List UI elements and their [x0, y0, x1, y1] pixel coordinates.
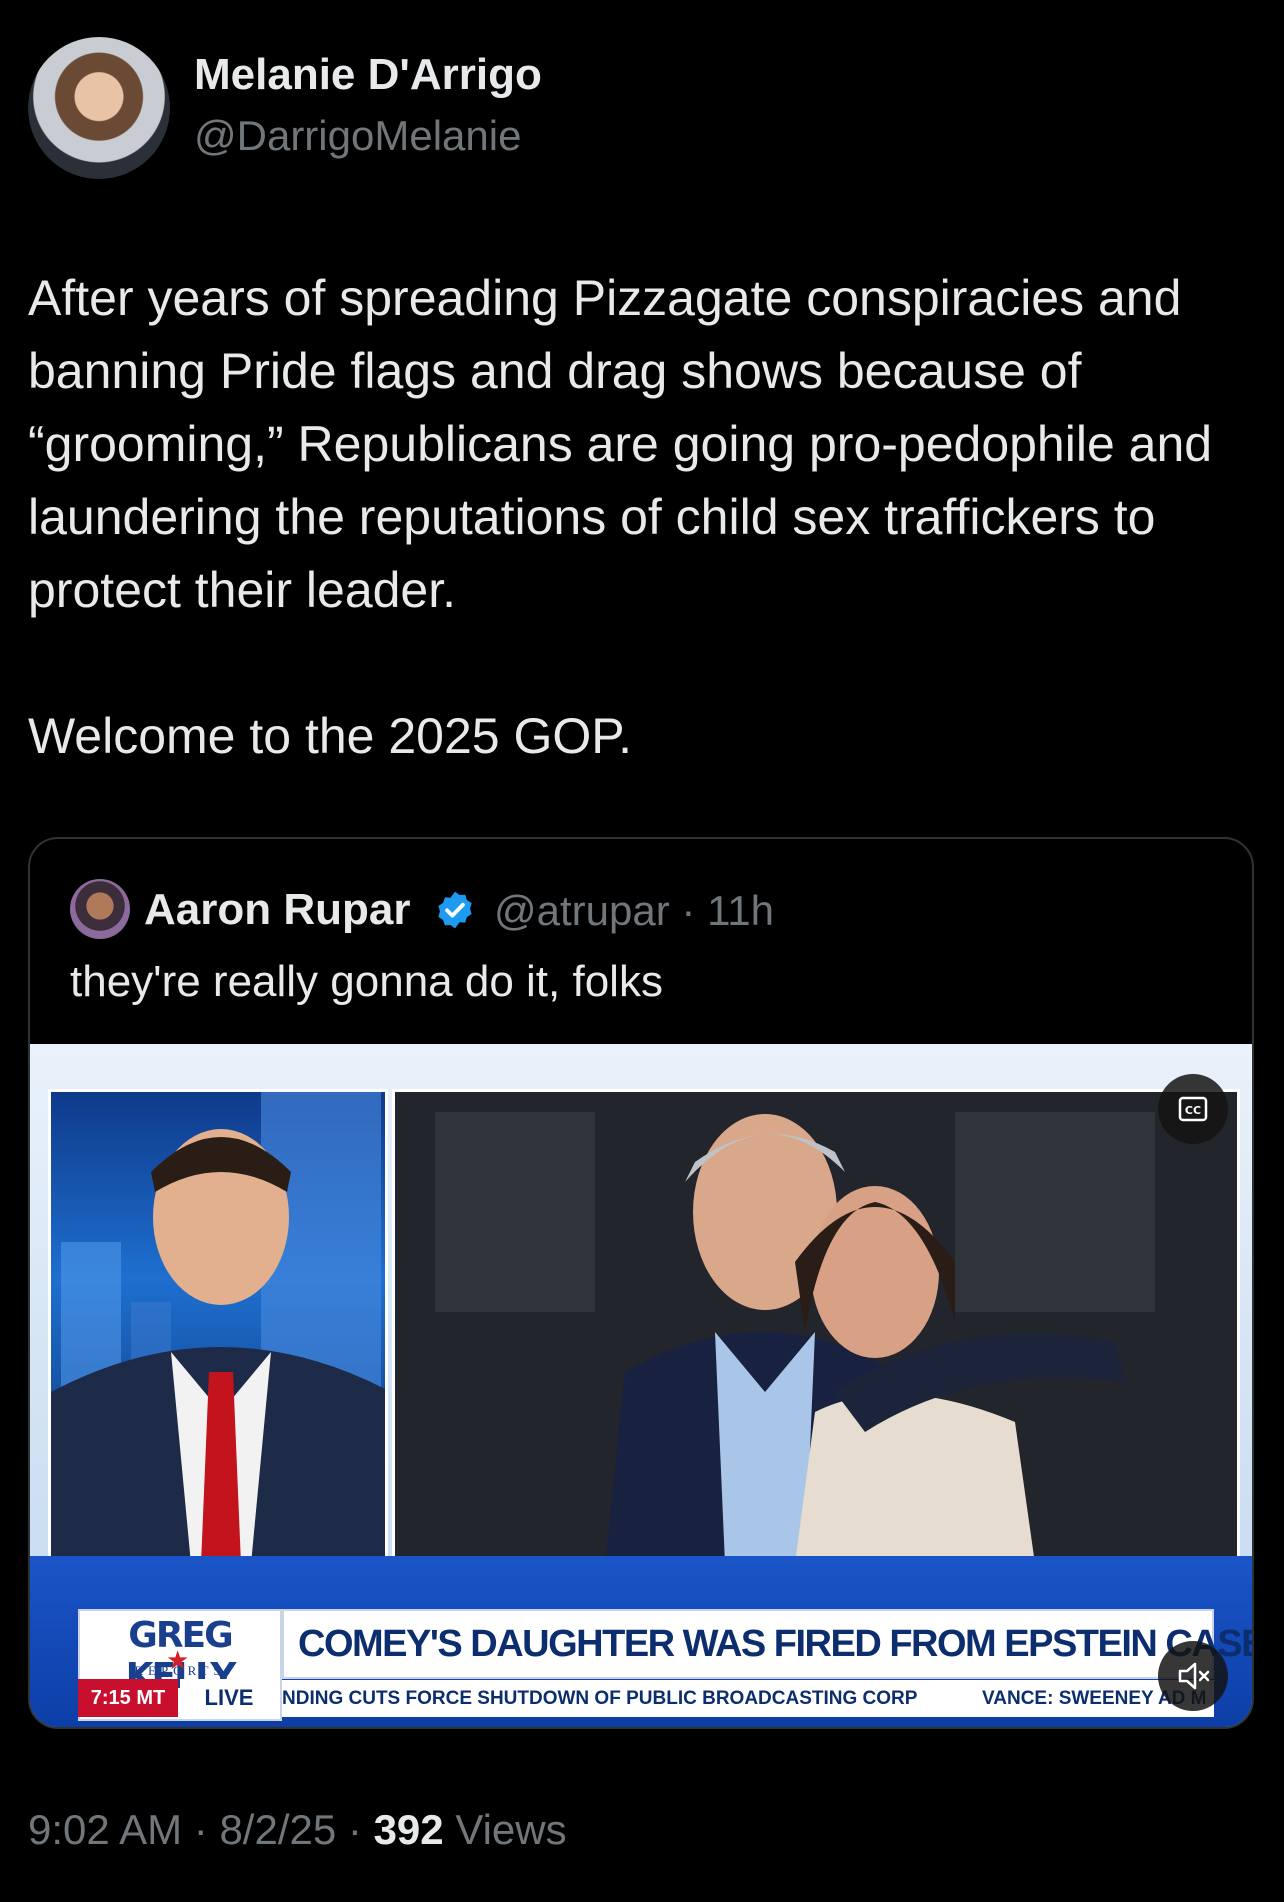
quoted-author-name[interactable]: Aaron Rupar [144, 885, 410, 935]
quoted-tweet-age[interactable]: 11h [707, 887, 774, 934]
live-badge: LIVE [180, 1679, 278, 1717]
svg-text:CC: CC [1185, 1104, 1201, 1117]
separator-dot: · [681, 887, 696, 934]
mute-button[interactable] [1158, 1641, 1228, 1711]
quoted-tweet-card[interactable]: Aaron Rupar @atrupar · 11h they're reall… [28, 837, 1254, 1729]
author-avatar[interactable] [28, 37, 170, 179]
photo-panel [392, 1089, 1240, 1561]
tweet-metadata: 9:02 AM · 8/2/25 · 392 Views [28, 1806, 567, 1854]
ticker-item: NDING CUTS FORCE SHUTDOWN OF PUBLIC BROA… [282, 1688, 918, 1709]
author-name[interactable]: Melanie D'Arrigo [194, 50, 542, 100]
show-logo-subtitle: REPORTS [134, 1663, 226, 1678]
video-player[interactable]: GREG KELLY ★ REPORTS 7:15 MT LIVE COMEY'… [30, 1044, 1252, 1727]
muted-speaker-icon [1178, 1662, 1210, 1690]
headline-text: COMEY'S DAUGHTER WAS FIRED FROM EPSTEIN … [298, 1623, 1254, 1665]
views-label: Views [455, 1806, 567, 1853]
separator-dot: · [193, 1806, 208, 1853]
separator-dot: · [347, 1806, 362, 1853]
closed-captions-icon: CC [1178, 1096, 1208, 1122]
tweet-text: After years of spreading Pizzagate consp… [28, 270, 1213, 764]
verified-badge-icon [438, 891, 472, 929]
tweet-date[interactable]: 8/2/25 [219, 1806, 336, 1853]
quoted-tweet-text: they're really gonna do it, folks [70, 957, 663, 1006]
photo-image [395, 1092, 1237, 1558]
quoted-author-handle-time: @atrupar · 11h [494, 887, 774, 935]
tweet-time[interactable]: 9:02 AM [28, 1806, 182, 1853]
closed-captions-button[interactable]: CC [1158, 1074, 1228, 1144]
anchor-image [51, 1092, 385, 1558]
news-anchor-panel [48, 1089, 388, 1561]
headline-box: COMEY'S DAUGHTER WAS FIRED FROM EPSTEIN … [282, 1609, 1252, 1679]
quoted-author-avatar[interactable] [70, 879, 130, 939]
views-count: 392 [373, 1806, 444, 1853]
news-ticker: NDING CUTS FORCE SHUTDOWN OF PUBLIC BROA… [282, 1680, 1214, 1717]
quoted-author-handle[interactable]: @atrupar [494, 887, 670, 934]
broadcast-time: 7:15 MT [78, 1679, 178, 1717]
author-handle[interactable]: @DarrigoMelanie [194, 112, 521, 160]
